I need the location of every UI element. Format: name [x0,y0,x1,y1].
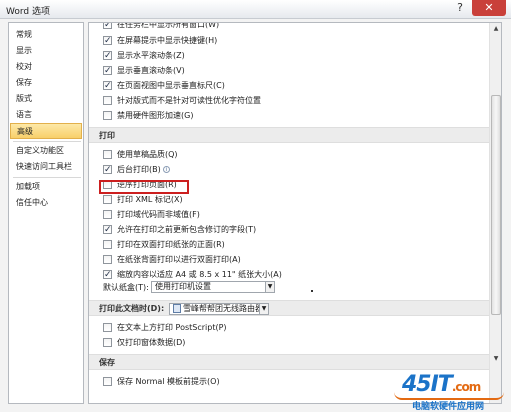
logo-text: 45IT [402,372,453,397]
sidebar-item-display[interactable]: 显示 [10,43,82,59]
option-label-text: 后台打印(B) [117,165,161,174]
option-label: 在屏幕提示中显示快捷键(H) [117,36,218,45]
checkbox[interactable] [103,64,112,78]
option-label: 显示垂直滚动条(V) [117,66,185,75]
section-title: 打印 [99,131,115,140]
sidebar-item-advanced[interactable]: 高级 [10,123,82,139]
option-label: 禁用硬件图形加速(G) [117,111,194,120]
checkbox[interactable] [103,111,112,120]
sidebar-item-quick-access-toolbar[interactable]: 快速访问工具栏 [10,159,82,175]
sidebar-item-general[interactable]: 常规 [10,27,82,43]
sidebar-divider [13,177,81,178]
title-bar: Word 选项 ? ✕ [0,0,511,19]
section-header-save: 保存 [89,354,489,370]
site-watermark: 45IT.com 电脑软硬件应用网 [392,372,511,412]
window-title: Word 选项 [6,7,50,17]
option-label: 打印在双面打印纸张的正面(R) [117,240,225,249]
select-value: 使用打印机设置 [155,282,211,291]
sidebar-item-layout[interactable]: 版式 [10,91,82,107]
checkbox[interactable] [103,210,112,219]
section-title: 保存 [99,358,115,367]
option-label: 针对版式而不是针对可读性优化字符位置 [117,96,261,105]
option-label: 保存 Normal 模板前提示(O) [117,377,220,386]
section-header-print: 打印 [89,127,489,143]
checkbox[interactable] [103,377,112,386]
checkbox[interactable] [103,49,112,63]
option-label: 在文本上方打印 PostScript(P) [117,323,227,332]
vertical-scrollbar[interactable]: ▲ ▼ [489,23,501,403]
checkbox[interactable] [103,255,112,264]
checkbox[interactable] [103,195,112,204]
chevron-down-icon[interactable]: ▼ [265,282,274,292]
sidebar-divider [13,141,81,142]
sidebar-item-customize-ribbon[interactable]: 自定义功能区 [10,143,82,159]
option-label: 打印 XML 标记(X) [117,195,183,204]
default-tray-select[interactable]: 使用打印机设置 ▼ [151,281,275,293]
checkbox[interactable] [103,323,112,332]
options-content: 在任务栏中显示所有窗口(W) 在屏幕提示中显示快捷键(H) 显示水平滚动条(Z)… [88,22,502,404]
section-header-print-document: 打印此文档时(D): [89,300,489,316]
sidebar-item-proofing[interactable]: 校对 [10,59,82,75]
option-label: 仅打印窗体数据(D) [117,338,186,347]
checkbox[interactable] [103,223,112,237]
option-label: 在页面视图中显示垂直标尺(C) [117,81,225,90]
option-label: 允许在打印之前更新包含修订的字段(T) [117,225,257,234]
document-icon [173,304,181,313]
option-label: 缩放内容以适应 A4 或 8.5 x 11" 纸张大小(A) [117,270,282,279]
option-label: 打印域代码而非域值(F) [117,210,200,219]
option-label: 在纸张背面打印以进行双面打印(A) [117,255,241,264]
chevron-down-icon[interactable]: ▼ [259,304,268,314]
checkbox[interactable] [103,23,112,32]
scroll-up-icon[interactable]: ▲ [490,23,501,35]
options-sidebar: 常规 显示 校对 保存 版式 语言 高级 自定义功能区 快速访问工具栏 加载项 … [8,22,84,404]
section-title: 打印此文档时(D): [99,304,165,313]
default-tray-label: 默认纸盒(T): [103,283,149,292]
print-document-select[interactable]: 雪峰帮帮团无线路由器 ▼ [169,303,269,315]
info-icon: i [162,166,170,173]
checkbox[interactable] [103,34,112,48]
checkbox[interactable] [103,79,112,93]
highlight-box [99,180,189,194]
help-button[interactable]: ? [450,0,470,16]
stray-dot [311,290,313,292]
checkbox[interactable] [103,268,112,282]
checkbox[interactable] [103,150,112,159]
option-label: 后台打印(B) i [117,163,170,177]
scroll-down-icon[interactable]: ▼ [490,353,501,365]
sidebar-item-language[interactable]: 语言 [10,107,82,123]
option-label: 显示水平滚动条(Z) [117,51,185,60]
select-value: 雪峰帮帮团无线路由器 [183,304,263,313]
sidebar-item-trust-center[interactable]: 信任中心 [10,195,82,211]
sidebar-item-save[interactable]: 保存 [10,75,82,91]
logo-suffix: .com [451,380,481,394]
checkbox[interactable] [103,240,112,249]
watermark-logo: 45IT.com [402,372,481,397]
scroll-thumb[interactable] [491,95,501,315]
checkbox[interactable] [103,338,112,347]
close-button[interactable]: ✕ [472,0,506,16]
option-label: 在任务栏中显示所有窗口(W) [117,22,220,29]
option-label: 使用草稿品质(Q) [117,150,178,159]
checkbox[interactable] [103,96,112,105]
checkbox[interactable] [103,163,112,177]
sidebar-item-addins[interactable]: 加载项 [10,179,82,195]
watermark-subtitle: 电脑软硬件应用网 [412,402,485,412]
